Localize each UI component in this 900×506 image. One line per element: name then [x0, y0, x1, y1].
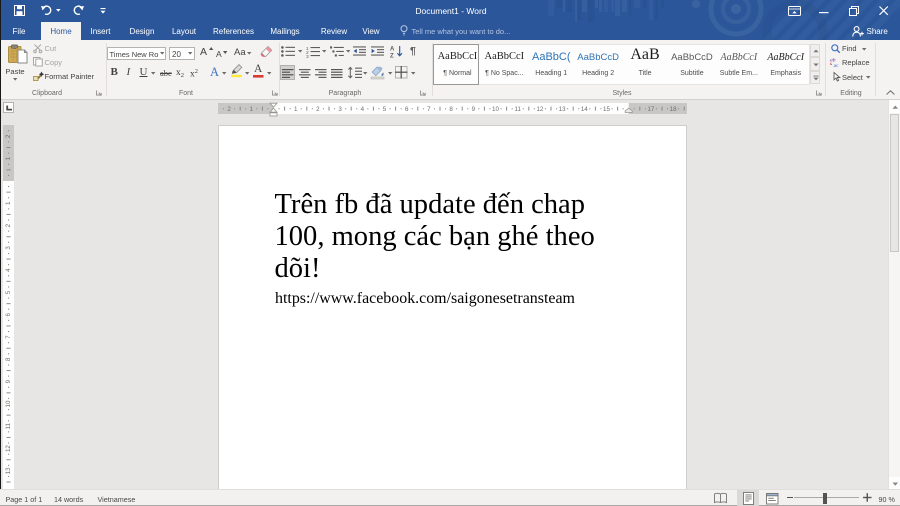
svg-text:2: 2	[316, 106, 320, 113]
svg-text:1: 1	[250, 106, 254, 113]
svg-text:11: 11	[514, 106, 521, 113]
svg-text:2: 2	[227, 106, 231, 113]
svg-text:1: 1	[294, 106, 298, 113]
svg-text:13: 13	[5, 467, 12, 474]
svg-text:13: 13	[559, 106, 566, 113]
svg-text:6: 6	[405, 106, 409, 113]
svg-text:9: 9	[5, 379, 12, 383]
svg-text:6: 6	[5, 313, 12, 317]
svg-text:ac: ac	[833, 62, 838, 68]
svg-text:9: 9	[472, 106, 476, 113]
svg-text:5: 5	[5, 290, 12, 294]
svg-text:A: A	[390, 47, 395, 53]
svg-text:7: 7	[5, 335, 12, 339]
svg-text:18: 18	[670, 106, 677, 113]
svg-text:2: 2	[5, 223, 12, 227]
svg-text:8: 8	[449, 106, 453, 113]
svg-text:12: 12	[5, 445, 12, 452]
svg-text:1: 1	[5, 201, 12, 205]
svg-text:10: 10	[492, 106, 499, 113]
svg-text:1: 1	[5, 156, 12, 160]
svg-text:10: 10	[5, 400, 12, 407]
svg-text:3: 3	[338, 106, 342, 113]
svg-text:5: 5	[383, 106, 387, 113]
svg-text:8: 8	[5, 357, 12, 361]
svg-text:15: 15	[603, 106, 610, 113]
svg-text:Z: Z	[390, 54, 394, 60]
svg-text:2: 2	[5, 134, 12, 138]
svg-text:17: 17	[647, 106, 654, 113]
svg-text:11: 11	[5, 423, 12, 430]
svg-text:3: 3	[306, 54, 309, 60]
svg-text:4: 4	[5, 268, 12, 272]
svg-text:4: 4	[361, 106, 365, 113]
svg-text:7: 7	[427, 106, 431, 113]
svg-text:3: 3	[5, 246, 12, 250]
svg-text:14: 14	[581, 106, 588, 113]
svg-text:12: 12	[536, 106, 543, 113]
